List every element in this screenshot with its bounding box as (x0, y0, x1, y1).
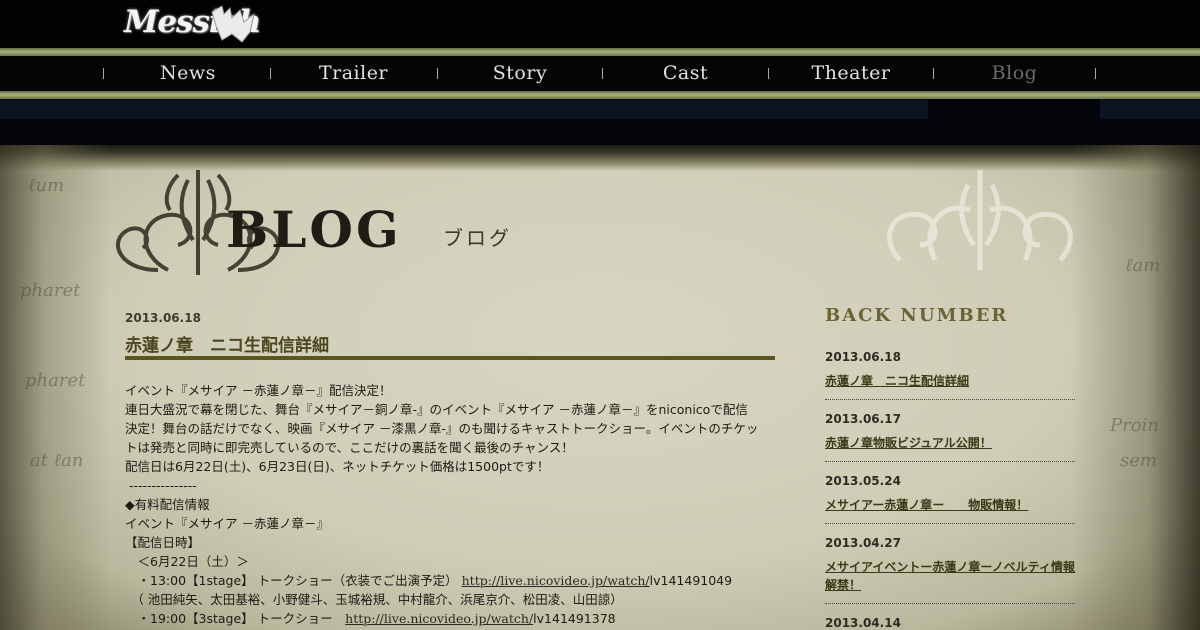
back-number-entry: 2013.05.24 メサイアー赤蓮ノ章ー 物販情報！ (825, 474, 1075, 514)
sub-bar-panel (1100, 99, 1200, 119)
back-number-entry: 2013.04.27 メサイアイベントー赤蓮ノ章ーノベルティ情報解禁！ (825, 536, 1075, 594)
nav-story[interactable]: Story (438, 56, 602, 91)
stage1-link[interactable]: http://live.nicovideo.jp/watch/ (462, 573, 650, 588)
post-body: イベント『メサイア －赤蓮ノ章－』配信決定！ 連日大盛況で幕を閉じた、舞台『メサ… (125, 381, 785, 628)
nav-blog[interactable]: Blog (934, 56, 1095, 91)
entry-date: 2013.04.14 (825, 616, 901, 630)
post-line: ＜6月22日（土）＞ (125, 554, 249, 569)
entry-date: 2013.04.27 (825, 536, 901, 550)
stage3-link[interactable]: http://live.nicovideo.jp/watch/ (345, 611, 533, 626)
nav-trailer[interactable]: Trailer (271, 56, 436, 91)
entry-link[interactable]: メサイアー赤蓮ノ章ー 物販情報！ (825, 496, 1075, 514)
stage1-line: ・13:00【1stage】 トークショー（衣装でご出演予定） http://l… (125, 571, 785, 590)
decorative-script: phare⁠t (20, 280, 81, 301)
top-bar: Messiah (0, 0, 1200, 48)
entry-link[interactable]: 赤蓮ノ章 ニコ生配信詳細 (825, 372, 1075, 390)
back-number-entry: 2013.06.18 赤蓮ノ章 ニコ生配信詳細 (825, 350, 1075, 390)
decorative-script: ℓam (1125, 255, 1161, 276)
post-line: イベント『メサイア －赤蓮ノ章－』 (125, 516, 329, 531)
header-stripe-top (0, 48, 1200, 56)
back-number-entry: 2013.06.17 赤蓮ノ章物販ビジュアル公開！ (825, 412, 1075, 452)
entry-divider (825, 523, 1075, 524)
post-line: ◆有料配信情報 (125, 497, 210, 512)
decorative-script: Proin (1110, 415, 1159, 436)
nav-separator (1095, 68, 1096, 79)
entry-date: 2013.06.18 (825, 350, 901, 364)
page-title: BLOG (226, 200, 402, 259)
post-line: （ 池田純矢、太田基裕、小野健斗、玉城裕規、中村龍介、浜尾京介、松田凌、山田諒） (125, 592, 623, 607)
stage3-line: ・19:00【3stage】 トークショー http://live.nicovi… (125, 609, 785, 628)
entry-divider (825, 399, 1075, 400)
post-date: 2013.06.18 (125, 311, 201, 325)
burnt-edge-right (1070, 145, 1200, 630)
stage1-id: lv141491049 (649, 573, 733, 588)
stage3-id: lv141491378 (533, 611, 616, 626)
post-line: 配信日は6月22日(土)、6月23日(日)、ネットチケット価格は1500ptです… (125, 459, 550, 474)
decorative-script: sem (1120, 450, 1157, 471)
post-line: 【配信日時】 (125, 535, 201, 550)
header-stripe-bottom (0, 91, 1200, 99)
decorative-script: ℓum (28, 175, 65, 196)
back-number-heading: BACK NUMBER (825, 305, 1009, 326)
post-line: イベント『メサイア －赤蓮ノ章－』配信決定！ (125, 383, 392, 398)
decorative-script: pharet (25, 370, 86, 391)
back-number-entry: 2013.04.14 (825, 616, 1075, 630)
sub-bar-panel (0, 99, 928, 119)
flourish-ornament-icon (887, 170, 1073, 270)
post-line: --------------- (125, 478, 197, 493)
entry-date: 2013.06.17 (825, 412, 901, 426)
nav-news[interactable]: News (106, 56, 270, 91)
stage1-text: ・13:00【1stage】 トークショー（衣装でご出演予定） (125, 573, 462, 588)
main-nav: News Trailer Story Cast Theater Blog (0, 56, 1200, 91)
nav-separator (103, 68, 104, 79)
post-line: 決定！舞台の話だけでなく、映画『メサイア －漆黒ノ章-』のも聞けるキャストトーク… (125, 421, 759, 436)
sub-bar (0, 99, 1200, 145)
entry-link[interactable]: 赤蓮ノ章物販ビジュアル公開！ (825, 434, 1075, 452)
entry-divider (825, 603, 1075, 604)
entry-link[interactable]: メサイアイベントー赤蓮ノ章ーノベルティ情報解禁！ (825, 558, 1075, 594)
nav-cast[interactable]: Cast (603, 56, 768, 91)
stage3-text: ・19:00【3stage】 トークショー (125, 611, 346, 626)
decorative-script: at ℓan (30, 450, 84, 471)
page-subtitle: ブログ (443, 226, 512, 250)
bat-wing-icon (211, 5, 255, 43)
post-line: トは発売と同時に即完売しているので、ここだけの裏話を聞く最後のチャンス！ (125, 440, 574, 455)
entry-date: 2013.05.24 (825, 474, 901, 488)
entry-divider (825, 461, 1075, 462)
post-title[interactable]: 赤蓮ノ章 ニコ生配信詳細 (125, 331, 329, 356)
post-title-divider (125, 356, 775, 360)
nav-theater[interactable]: Theater (769, 56, 933, 91)
post-line: 連日大盛況で幕を閉じた、舞台『メサイア－銅ノ章-』のイベント『メサイア －赤蓮ノ… (125, 402, 748, 417)
